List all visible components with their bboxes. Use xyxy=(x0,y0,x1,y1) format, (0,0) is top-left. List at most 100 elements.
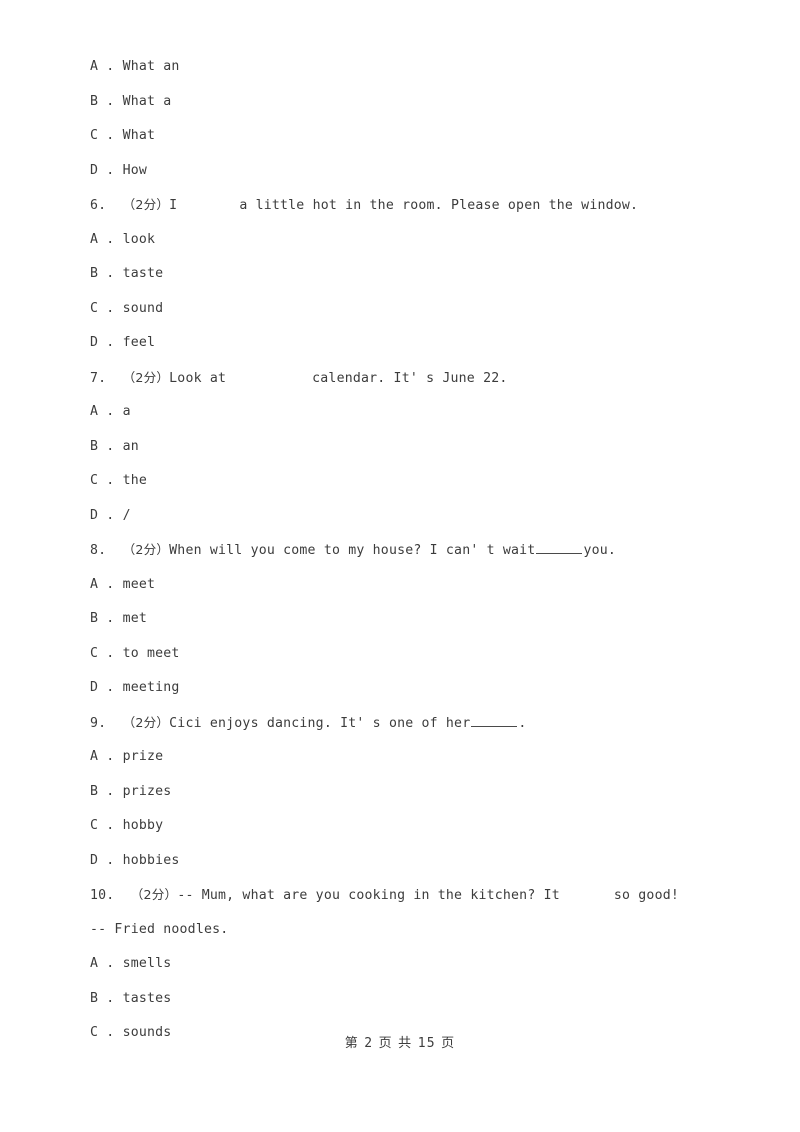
question-text-after-blank: you. xyxy=(583,543,617,558)
option-letter: B xyxy=(90,266,99,281)
option-text: What an xyxy=(122,59,180,74)
question-text-after-blank: a little hot in the room. Please open th… xyxy=(239,198,639,213)
option-separator: . xyxy=(98,59,123,74)
footer-prefix: 第 xyxy=(344,1036,359,1051)
option-text: feel xyxy=(122,335,156,350)
exam-page: A . What an B . What aC . What D . How 6. （… xyxy=(0,0,800,1132)
answer-option: C . sound xyxy=(90,292,730,327)
answer-option: B . an xyxy=(90,430,730,465)
option-separator: . xyxy=(98,404,123,419)
question-text-before-blank: Look at xyxy=(169,370,227,386)
answer-option: C . to meet xyxy=(90,637,730,672)
footer-total-pages: 15 xyxy=(417,1036,436,1051)
question-text-before-blank: I xyxy=(169,198,178,213)
option-text: hobbies xyxy=(122,852,180,868)
option-separator: . xyxy=(98,335,123,350)
option-letter: D xyxy=(90,852,99,868)
answer-option: C . What xyxy=(90,119,730,154)
option-separator: . xyxy=(98,645,123,661)
option-text: look xyxy=(122,231,156,247)
answer-option: A . smells xyxy=(90,947,730,982)
option-separator: . xyxy=(98,300,123,316)
option-letter: B xyxy=(90,990,99,1006)
page-footer: 第 2 页 共 15 页 xyxy=(0,1032,800,1051)
option-letter: D xyxy=(90,507,99,523)
option-text: prizes xyxy=(122,783,172,799)
option-letter: B xyxy=(90,93,99,109)
option-letter: B xyxy=(90,611,99,626)
answer-option: A . look xyxy=(90,223,730,258)
option-text: meeting xyxy=(122,680,180,695)
option-text: prize xyxy=(122,749,164,764)
question-number: 6. xyxy=(90,198,107,213)
option-text: a xyxy=(122,404,131,419)
option-separator: . xyxy=(98,576,123,592)
question-text-after-blank: so good! xyxy=(613,888,679,903)
dialogue-text: -- Fried noodles. xyxy=(90,921,229,937)
option-letter: C xyxy=(90,818,99,833)
option-separator: . xyxy=(98,507,123,523)
answer-option: C . hobby xyxy=(90,809,730,844)
question-text-before-blank: Cici enjoys dancing. It' s one of her xyxy=(169,715,471,731)
question-marks: （2分） xyxy=(122,197,170,212)
question-number: 7. xyxy=(90,370,107,386)
option-letter: D xyxy=(90,335,99,350)
option-letter: B xyxy=(90,783,99,799)
answer-option: C . the xyxy=(90,464,730,499)
footer-suffix: 页 xyxy=(441,1036,456,1051)
option-separator: . xyxy=(98,162,123,178)
answer-blank-underline xyxy=(471,713,518,727)
question-stem: 10. （2分）-- Mum, what are you cooking in … xyxy=(90,878,730,913)
option-text: What xyxy=(122,128,156,143)
option-separator: . xyxy=(98,473,123,488)
answer-option: A . prize xyxy=(90,740,730,775)
question-number: 10. xyxy=(90,888,115,903)
footer-current-page: 2 xyxy=(364,1036,374,1051)
option-letter: D xyxy=(90,162,99,178)
option-letter: A xyxy=(90,404,99,419)
option-letter: D xyxy=(90,680,99,695)
footer-middle: 页 共 xyxy=(378,1036,413,1051)
question-list: A . What an B . What aC . What D . How 6. （… xyxy=(90,50,730,1051)
question-stem: 9. （2分）Cici enjoys dancing. It' s one of… xyxy=(90,706,730,741)
answer-option: B . met xyxy=(90,602,730,637)
option-separator: . xyxy=(98,231,123,247)
option-separator: . xyxy=(98,680,123,695)
option-text: the xyxy=(122,473,147,488)
answer-option: D . feel xyxy=(90,326,730,361)
answer-option: D . / xyxy=(90,499,730,534)
option-letter: A xyxy=(90,576,99,592)
question-marks: （2分） xyxy=(122,542,170,557)
dialogue-line: -- Fried noodles. xyxy=(90,913,730,948)
question-marks: （2分） xyxy=(122,369,170,385)
question-stem: 8. （2分）When will you come to my house? I… xyxy=(90,533,730,568)
option-text: smells xyxy=(122,956,172,971)
answer-option: B . taste xyxy=(90,257,730,292)
option-letter: A xyxy=(90,749,99,764)
option-separator: . xyxy=(98,852,123,868)
option-letter: A xyxy=(90,59,99,74)
option-separator: . xyxy=(98,128,123,143)
question-number: 9. xyxy=(90,715,107,731)
option-separator: . xyxy=(98,956,123,971)
option-text: sound xyxy=(122,300,164,316)
question-text-before-blank: -- Mum, what are you cooking in the kitc… xyxy=(177,888,560,903)
option-separator: . xyxy=(98,749,123,764)
question-stem: 7. （2分）Look at calendar. It' s June 22. xyxy=(90,361,730,396)
question-marks: （2分） xyxy=(130,887,178,902)
option-text: How xyxy=(122,162,147,178)
option-text: to meet xyxy=(122,645,180,661)
answer-option: A . What an xyxy=(90,50,730,85)
question-text-after-blank: calendar. It' s June 22. xyxy=(312,370,508,386)
question-number: 8. xyxy=(90,543,107,558)
option-text: / xyxy=(122,507,131,523)
option-letter: A xyxy=(90,956,99,971)
answer-option: B . What a xyxy=(90,85,730,120)
option-text: an xyxy=(122,438,139,454)
option-separator: . xyxy=(98,990,123,1006)
